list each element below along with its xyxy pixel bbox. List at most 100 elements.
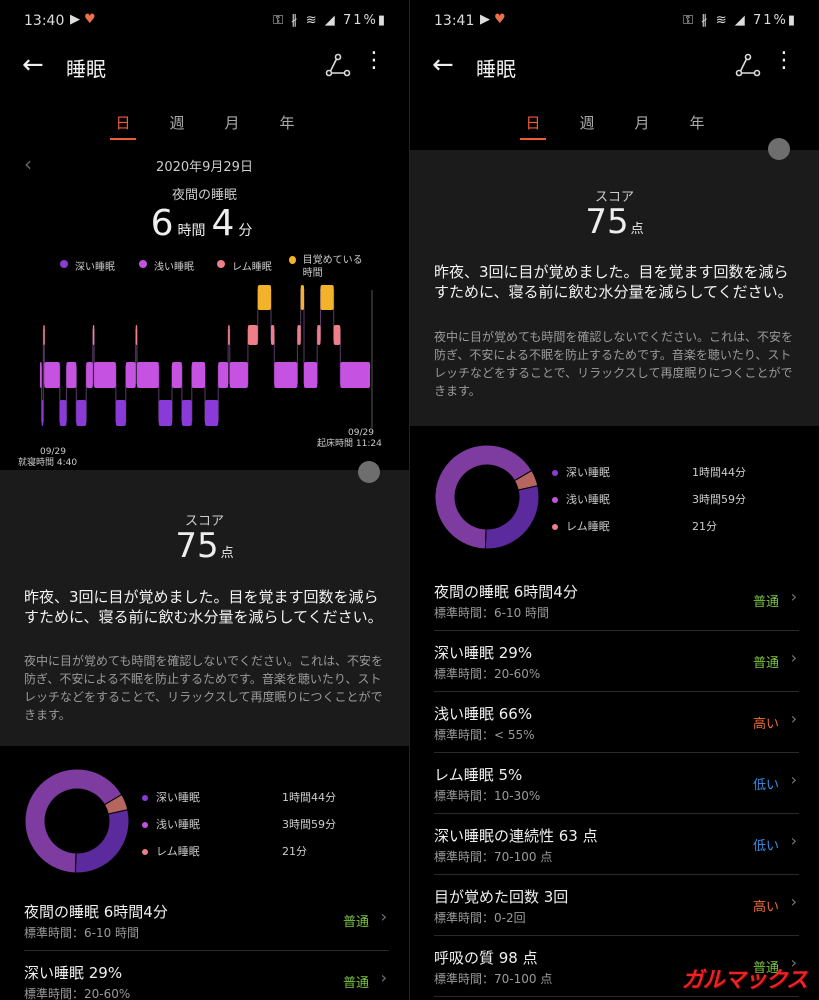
metric-status: 高い xyxy=(752,717,779,732)
sleep-segment-light xyxy=(66,362,77,388)
tip-text: 夜中に目が覚めても時間を確認しないでください。これは、不安を防ぎ、不安による不眠… xyxy=(434,330,794,398)
metric-title: 浅い睡眠 66% xyxy=(434,705,533,723)
sleep-segment-rem xyxy=(333,325,341,345)
donut-chart xyxy=(434,444,540,550)
tab-week[interactable]: 週 xyxy=(162,112,192,133)
sleep-segment-awake xyxy=(300,285,304,310)
sleep-segment-awake xyxy=(320,285,334,310)
health-icon: ♥ xyxy=(494,12,506,27)
sleep-segment-deep xyxy=(181,400,192,426)
right-screen: 13:41 ▶ ♥ ⚿ ∦ ≋ ◢ 71%▮ ← 睡眠 ⋮ 日 週 月 年 スコア… xyxy=(410,0,819,1000)
legend-awake: 目覚めている時間 xyxy=(289,254,369,280)
chevron-right-icon: › xyxy=(790,648,797,667)
dist-row-light: 浅い睡眠 3時間59分 xyxy=(552,491,802,507)
sleep-segment-rem xyxy=(247,325,258,345)
metric-status: 普通 xyxy=(752,595,779,610)
metric-row[interactable]: 夜間の睡眠 6時間4分 標準時間：6-10 時間 普通 › xyxy=(434,570,799,631)
metric-standard: 標準時間：20-60% xyxy=(24,987,131,1000)
status-icons: ⚿ ∦ ≋ ◢ 71%▮ xyxy=(273,13,387,28)
tab-month[interactable]: 月 xyxy=(217,112,247,133)
tab-day[interactable]: 日 xyxy=(518,112,548,140)
sleep-segment-light xyxy=(44,362,60,388)
tab-day[interactable]: 日 xyxy=(108,112,138,140)
site-watermark-logo: ガルマックス xyxy=(681,968,808,993)
metric-status: 普通 xyxy=(342,915,369,930)
metric-title: 深い睡眠 29% xyxy=(24,964,123,982)
back-arrow-icon[interactable]: ← xyxy=(22,50,44,80)
metric-row[interactable]: 深い睡眠 29% 標準時間：20-60% 普通 › xyxy=(24,951,389,1000)
collapse-handle-icon[interactable] xyxy=(768,138,790,160)
chevron-right-icon: › xyxy=(380,968,387,987)
light-dot-icon xyxy=(142,822,148,828)
collapse-handle-icon[interactable] xyxy=(358,461,380,483)
metric-standard: 標準時間：70-100 点 xyxy=(434,972,553,986)
metric-row[interactable]: 深い睡眠の連続性 63 点標準時間：70-100 点 低い › xyxy=(434,814,799,875)
sleep-segment-deep xyxy=(158,400,172,426)
dist-row-rem: レム睡眠 21分 xyxy=(142,843,392,859)
tab-week[interactable]: 週 xyxy=(572,112,602,133)
status-time: 13:40 xyxy=(24,13,65,29)
chevron-right-icon: › xyxy=(790,587,797,606)
sleep-segment-light xyxy=(137,362,159,388)
bedtime-label: 就寝時間 4:40 xyxy=(18,458,78,468)
chevron-right-icon: › xyxy=(790,709,797,728)
chevron-right-icon: › xyxy=(790,892,797,911)
score-value: 75 点 xyxy=(175,526,234,566)
metric-status: 高い xyxy=(752,900,779,915)
media-icon: ▶ ♥ xyxy=(480,12,506,27)
page-title: 睡眠 xyxy=(476,57,516,81)
metric-title: 深い睡眠 29% xyxy=(434,644,533,662)
waketime-date: 09/29 xyxy=(348,428,374,438)
metric-title: 夜間の睡眠 6時間4分 xyxy=(434,583,578,601)
donut-slice-deep xyxy=(484,485,540,550)
status-time: 13:41 xyxy=(434,13,475,29)
night-sleep-total: 6 時間 4 分 xyxy=(150,203,253,244)
sleep-segment-light xyxy=(172,362,182,388)
metric-row[interactable]: 夜間の睡眠 6時間4分 標準時間：6-10 時間 普通 › xyxy=(24,890,389,951)
tab-month[interactable]: 月 xyxy=(627,112,657,133)
sleep-segment-light xyxy=(218,362,229,388)
rem-dot-icon xyxy=(217,260,225,268)
media-icon: ▶ ♥ xyxy=(70,12,96,27)
metric-row[interactable]: 浅い睡眠 66% 標準時間：< 55% 高い › xyxy=(434,692,799,753)
battery-level: 71% xyxy=(342,13,378,28)
more-options-icon[interactable]: ⋮ xyxy=(363,48,385,73)
sleep-segment-deep xyxy=(76,400,87,426)
metric-title: 呼吸の質 98 点 xyxy=(434,949,538,967)
donut-chart xyxy=(24,768,130,874)
metric-standard: 標準時間：0-2回 xyxy=(434,911,526,925)
awake-dot-icon xyxy=(289,256,296,264)
sleep-segment-rem xyxy=(43,325,45,345)
tab-year[interactable]: 年 xyxy=(272,112,302,133)
share-icon[interactable] xyxy=(735,52,761,78)
status-bar: 13:40 ▶ ♥ ⚿ ∦ ≋ ◢ 71%▮ xyxy=(0,0,409,44)
sleep-segment-light xyxy=(40,362,42,388)
metric-row[interactable]: レム睡眠 5% 標準時間：10-30% 低い › xyxy=(434,753,799,814)
tab-year[interactable]: 年 xyxy=(682,112,712,133)
battery-level: 71% xyxy=(752,13,788,28)
metric-row[interactable]: 深い睡眠 29% 標準時間：20-60% 普通 › xyxy=(434,631,799,692)
score-value: 75 点 xyxy=(585,202,644,242)
legend-deep: 深い睡眠 xyxy=(60,258,115,273)
deep-dot-icon xyxy=(60,260,68,268)
metric-row[interactable]: 目が覚めた回数 3回 標準時間：0-2回 高い › xyxy=(434,875,799,936)
sleep-segment-light xyxy=(125,362,136,388)
health-icon: ♥ xyxy=(84,12,96,27)
metric-status: 普通 xyxy=(752,656,779,671)
metric-standard: 標準時間：10-30% xyxy=(434,789,541,803)
advice-text: 昨夜、3回に目が覚めました。目を覚ます回数を減らすために、寝る前に飲む水分量を減… xyxy=(434,263,793,301)
metric-standard: 標準時間：20-60% xyxy=(434,667,541,681)
dist-row-deep: 深い睡眠 1時間44分 xyxy=(552,464,802,480)
share-icon[interactable] xyxy=(325,52,351,78)
tip-text: 夜中に目が覚めても時間を確認しないでください。これは、不安を防ぎ、不安による不眠… xyxy=(24,654,384,722)
more-options-icon[interactable]: ⋮ xyxy=(773,48,795,73)
deep-dot-icon xyxy=(142,795,148,801)
metric-status: 低い xyxy=(752,778,779,793)
dist-row-light: 浅い睡眠 3時間59分 xyxy=(142,816,392,832)
score-card: スコア 75 点 昨夜、3回に目が覚めました。目を覚ます回数を減らすために、寝る前… xyxy=(410,138,819,426)
app-bar: ← 睡眠 ⋮ xyxy=(410,44,819,88)
dist-row-deep: 深い睡眠 1時間44分 xyxy=(142,789,392,805)
sleep-segment-deep xyxy=(59,400,67,426)
back-arrow-icon[interactable]: ← xyxy=(432,50,454,80)
advice-text: 昨夜、3回に目が覚めました。目を覚ます回数を減らすために、寝る前に飲む水分量を減… xyxy=(24,588,383,626)
